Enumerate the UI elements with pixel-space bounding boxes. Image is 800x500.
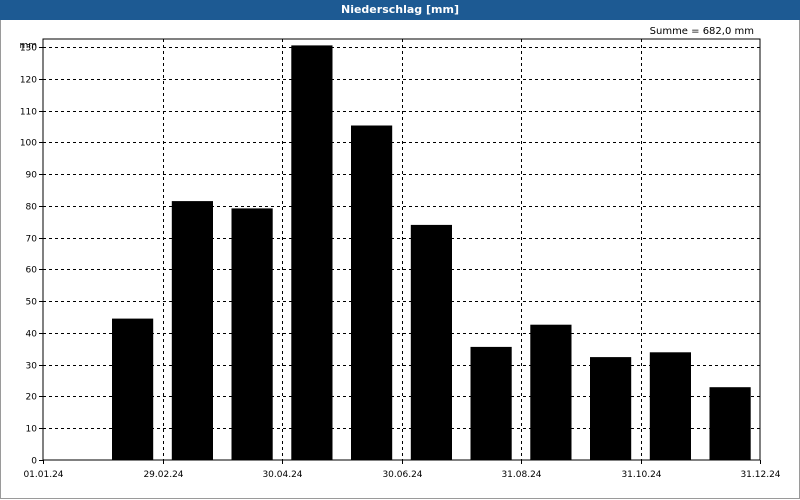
x-tick-label: 30.04.24 [262, 470, 302, 480]
bar-jul [410, 224, 452, 460]
y-tick-label: 30 [26, 362, 38, 372]
y-tick-label: 10 [26, 425, 38, 435]
x-tick-label: 31.12.24 [740, 470, 780, 480]
y-tick-label: 0 [31, 457, 37, 467]
bar-dec [709, 387, 751, 460]
y-tick-label: 100 [20, 139, 37, 149]
bar-oct [590, 357, 632, 460]
bar-may [291, 45, 333, 461]
y-tick-label: 70 [26, 235, 38, 245]
bar-mar [171, 201, 213, 460]
x-tick-label: 31.10.24 [621, 470, 661, 480]
x-tick-label: 01.01.24 [23, 470, 63, 480]
y-tick-label: 50 [26, 298, 38, 308]
y-tick-label: 40 [26, 330, 38, 340]
bar-feb [112, 318, 154, 460]
bar-chart: 0102030405060708090100110120130mm01.01.2… [19, 38, 781, 480]
x-tick-label: 30.06.24 [382, 470, 422, 480]
y-tick-label: 90 [26, 171, 38, 181]
y-tick-label: 110 [20, 108, 37, 118]
bar-apr [231, 208, 273, 460]
y-tick-label: 120 [20, 76, 37, 86]
bar-nov [649, 352, 691, 460]
y-axis-label: mm [19, 41, 37, 51]
y-tick-label: 60 [26, 266, 38, 276]
bar-jun [351, 125, 393, 460]
bar-aug [470, 346, 512, 460]
bar-sep [530, 324, 572, 460]
y-tick-label: 20 [26, 393, 38, 403]
y-tick-label: 80 [26, 203, 38, 213]
x-tick-label: 29.02.24 [143, 470, 183, 480]
x-tick-label: 31.08.24 [501, 470, 541, 480]
